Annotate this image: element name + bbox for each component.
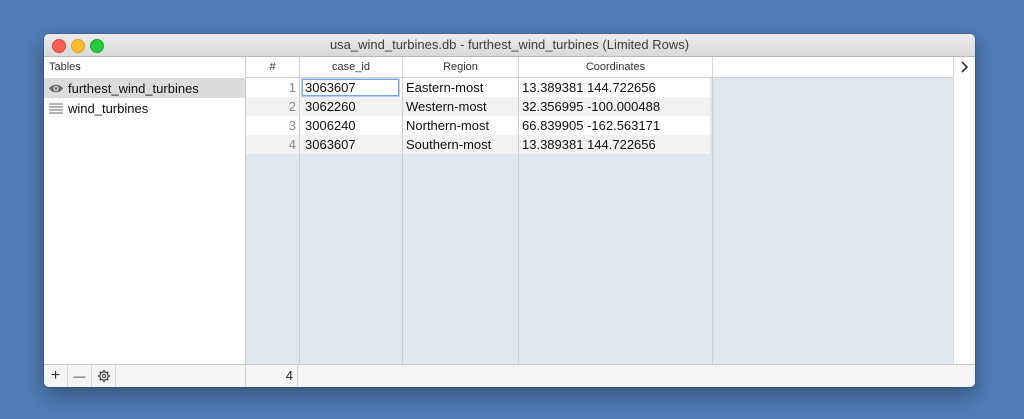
row-number: 4 xyxy=(288,137,296,152)
window-title: usa_wind_turbines.db - furthest_wind_tur… xyxy=(329,37,690,52)
cell-case-id[interactable]: 3062260 xyxy=(302,97,401,116)
sidebar-item-label: furthest_wind_turbines xyxy=(68,81,199,96)
chevron-right-icon xyxy=(961,61,969,73)
column-header-coordinates[interactable]: Coordinates xyxy=(519,57,713,77)
sidebar-header: Tables xyxy=(44,57,245,79)
column-header-row-number[interactable]: # xyxy=(246,57,300,77)
cell-case-id[interactable]: 3063607 xyxy=(302,135,401,154)
scroll-columns-button[interactable] xyxy=(953,57,975,77)
settings-button[interactable] xyxy=(92,365,116,387)
cell-region[interactable]: Eastern-most xyxy=(406,78,516,97)
grid-header: # case_id Region Coordinates xyxy=(246,57,975,78)
vertical-scroll-track[interactable] xyxy=(953,77,975,364)
column-divider xyxy=(518,77,519,364)
table-row[interactable]: 4 3063607 Southern-most 13.389381 144.72… xyxy=(246,135,710,154)
eye-icon xyxy=(49,84,63,93)
table-lines-icon xyxy=(49,103,63,114)
add-table-button[interactable]: + xyxy=(44,365,68,387)
column-divider xyxy=(712,77,713,364)
minimize-window-button[interactable] xyxy=(71,39,85,53)
sidebar-item-wind-turbines[interactable]: wind_turbines xyxy=(44,99,245,118)
results-grid: # case_id Region Coordinates 1 3063607 E… xyxy=(246,57,975,364)
row-number: 3 xyxy=(288,118,296,133)
row-number: 1 xyxy=(288,80,296,95)
bottom-toolbar: + — 4 xyxy=(44,364,975,387)
table-row[interactable]: 1 3063607 Eastern-most 13.389381 144.722… xyxy=(246,78,710,97)
cell-coordinates[interactable]: 13.389381 144.722656 xyxy=(522,135,707,154)
sidebar-item-furthest-wind-turbines[interactable]: furthest_wind_turbines xyxy=(44,79,245,98)
table-row[interactable]: 3 3006240 Northern-most 66.839905 -162.5… xyxy=(246,116,710,135)
cell-case-id[interactable]: 3006240 xyxy=(302,116,401,135)
column-divider xyxy=(402,77,403,364)
row-count: 4 xyxy=(246,365,298,387)
column-header-case-id[interactable]: case_id xyxy=(300,57,403,77)
app-window: usa_wind_turbines.db - furthest_wind_tur… xyxy=(44,34,975,387)
cell-coordinates[interactable]: 32.356995 -100.000488 xyxy=(522,97,707,116)
cell-region[interactable]: Western-most xyxy=(406,97,516,116)
cell-coordinates[interactable]: 66.839905 -162.563171 xyxy=(522,116,707,135)
gear-icon xyxy=(97,369,110,383)
cell-region[interactable]: Northern-most xyxy=(406,116,516,135)
column-divider xyxy=(299,77,300,364)
column-header-region[interactable]: Region xyxy=(403,57,519,77)
close-window-button[interactable] xyxy=(52,39,66,53)
zoom-window-button[interactable] xyxy=(90,39,104,53)
cell-region[interactable]: Southern-most xyxy=(406,135,516,154)
row-number: 2 xyxy=(288,99,296,114)
remove-table-button[interactable]: — xyxy=(68,365,92,387)
cell-coordinates[interactable]: 13.389381 144.722656 xyxy=(522,78,707,97)
tables-sidebar: Tables furthest_wind_turbines wind_turbi… xyxy=(44,57,246,364)
table-row[interactable]: 2 3062260 Western-most 32.356995 -100.00… xyxy=(246,97,710,116)
cell-case-id[interactable]: 3063607 xyxy=(302,78,401,97)
title-bar: usa_wind_turbines.db - furthest_wind_tur… xyxy=(44,34,975,57)
sidebar-item-label: wind_turbines xyxy=(68,101,149,116)
